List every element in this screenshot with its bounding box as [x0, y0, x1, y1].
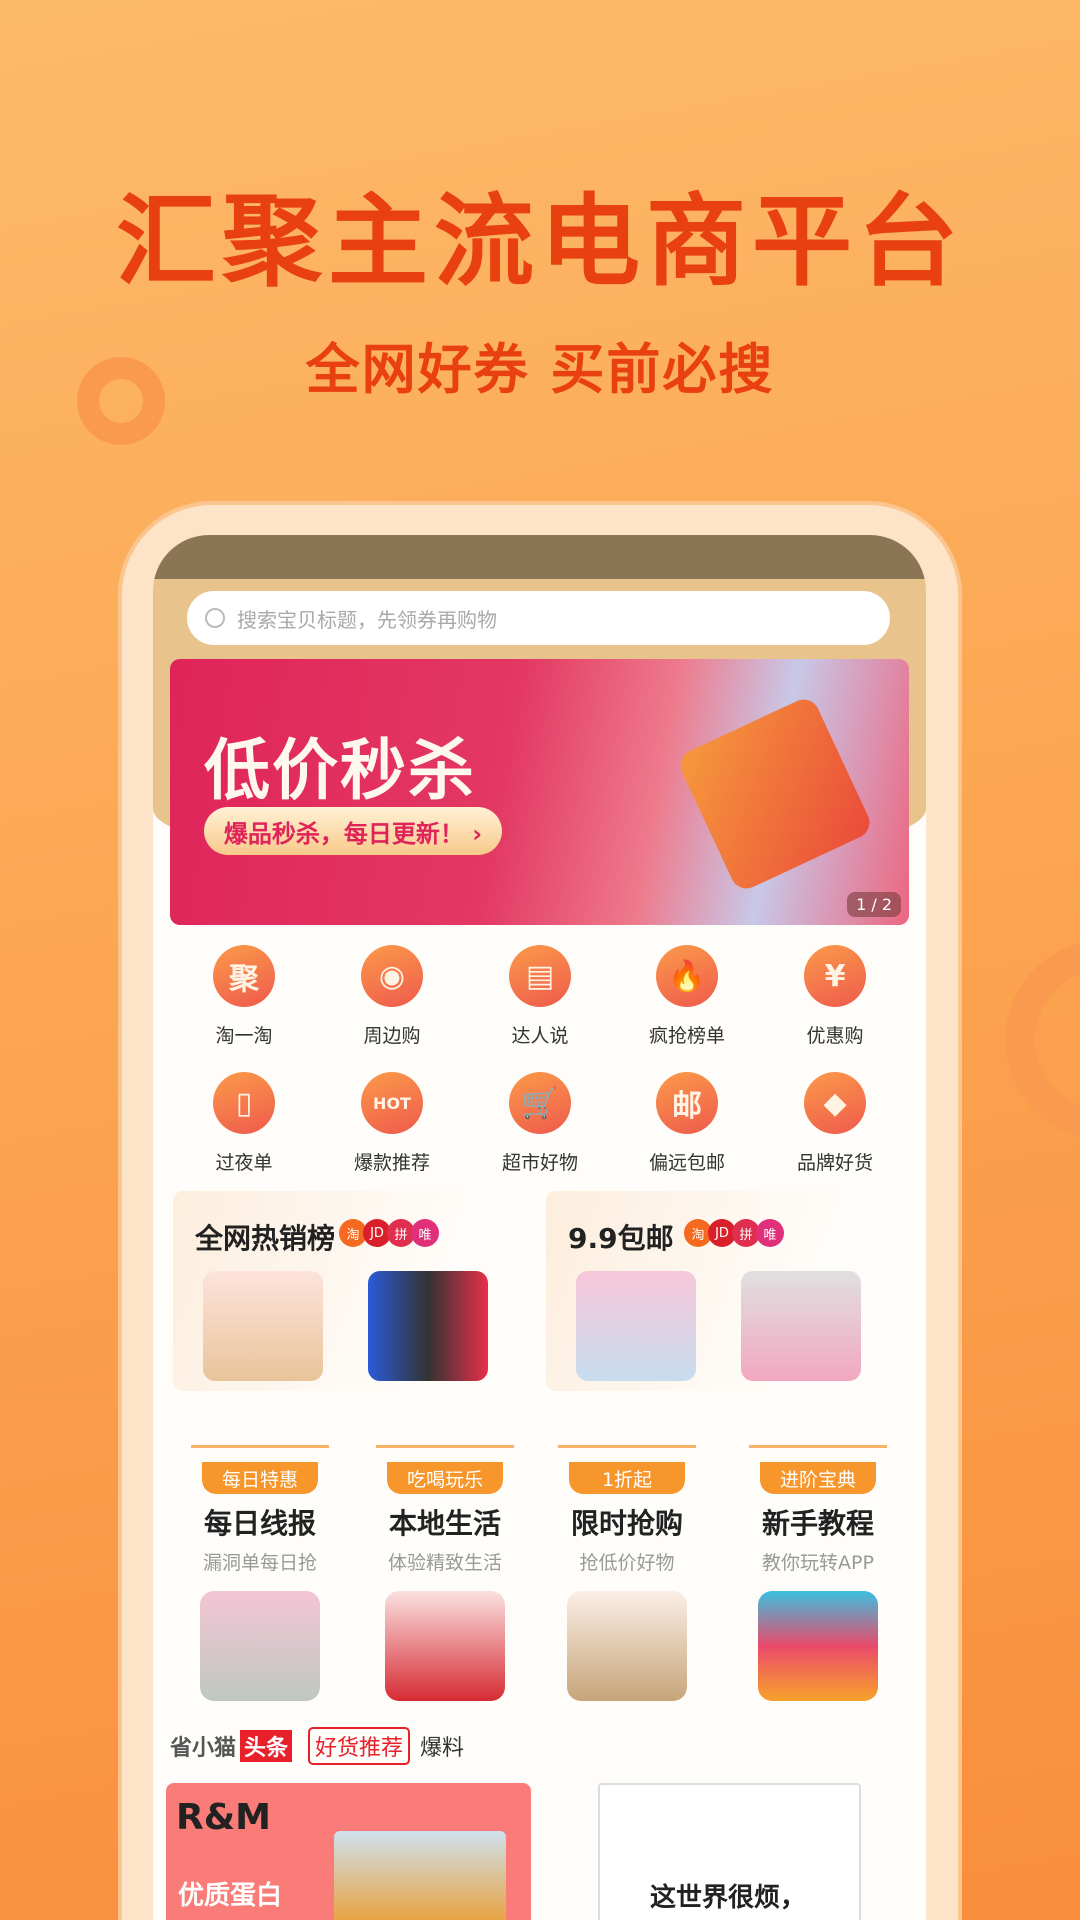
- product-image-food: [334, 1831, 506, 1920]
- card-title: 9.9包邮: [568, 1222, 674, 1255]
- gather-icon: 聚: [213, 945, 275, 1007]
- news-tip: 爆料: [420, 1736, 465, 1761]
- product-image-cosmetics: [203, 1271, 323, 1381]
- feed-item[interactable]: 这世界很烦，: [598, 1783, 861, 1920]
- hero-title: 汇聚主流电商平台: [116, 183, 964, 300]
- grid-item[interactable]: ◉ 周边购: [332, 945, 452, 1048]
- column-tag: 1折起: [569, 1462, 685, 1494]
- shopping-cart-icon: 🛒: [509, 1072, 571, 1134]
- card-title: 全网热销榜: [195, 1222, 336, 1255]
- grid-item[interactable]: 🔥 疯抢榜单: [627, 945, 747, 1048]
- platform-badges: 淘 JD 拼 唯: [339, 1219, 439, 1247]
- product-image-electronics: [368, 1271, 488, 1381]
- grid-item-label: 偏远包邮: [648, 1152, 725, 1174]
- grid-item-label: 品牌好货: [796, 1152, 873, 1174]
- banner-title: 低价秒杀: [204, 732, 476, 809]
- news-brand: 省小猫: [170, 1736, 237, 1761]
- column-subtitle: 教你玩转APP: [762, 1552, 874, 1574]
- grid-item[interactable]: 🛒 超市好物: [480, 1072, 600, 1175]
- grid-item[interactable]: ▯ 过夜单: [184, 1072, 304, 1175]
- flame-icon: 🔥: [656, 945, 718, 1007]
- column-subtitle: 漏洞单每日抢: [202, 1552, 317, 1574]
- location-pin-icon: ◉: [361, 945, 423, 1007]
- promo-banner[interactable]: 低价秒杀 爆品秒杀，每日更新！ › 1 / 2: [170, 659, 909, 925]
- column-title: 限时抢购: [570, 1507, 683, 1540]
- feed-item[interactable]: R&M 优质蛋白: [166, 1783, 531, 1920]
- platform-badges: 淘 JD 拼 唯: [684, 1219, 784, 1247]
- feature-column[interactable]: 进阶宝典新手教程教你玩转APP: [733, 1445, 903, 1701]
- red-envelope-icon: [675, 694, 875, 894]
- divider: [558, 1445, 696, 1448]
- vip-badge-icon: 唯: [411, 1219, 439, 1247]
- grid-item-label: 优惠购: [806, 1025, 864, 1047]
- post-icon: 邮: [656, 1072, 718, 1134]
- banner-pager: 1 / 2: [847, 892, 901, 917]
- chat-bubble-icon: ▤: [509, 945, 571, 1007]
- news-bar[interactable]: 省小猫 头条 好货推荐 爆料: [170, 1727, 464, 1765]
- hot-sales-card[interactable]: 全网热销榜 淘 JD 拼 唯: [173, 1191, 527, 1391]
- decor-ring-icon: [1005, 943, 1080, 1137]
- search-placeholder: 搜索宝贝标题，先领券再购物: [237, 607, 497, 632]
- status-bar: [153, 535, 926, 579]
- grid-item-label: 超市好物: [501, 1152, 578, 1174]
- grid-item-label: 达人说: [511, 1025, 569, 1047]
- grid-item-label: 疯抢榜单: [648, 1025, 725, 1047]
- column-tag: 吃喝玩乐: [387, 1462, 503, 1494]
- feed-logo: R&M: [176, 1797, 271, 1838]
- divider: [749, 1445, 887, 1448]
- column-title: 新手教程: [761, 1507, 874, 1540]
- column-tag: 每日特惠: [202, 1462, 318, 1494]
- feature-column[interactable]: 1折起限时抢购抢低价好物: [542, 1445, 712, 1701]
- column-image: [567, 1591, 687, 1701]
- grid-item[interactable]: 聚淘一淘: [184, 945, 304, 1048]
- grid-item-label: 淘一淘: [215, 1025, 273, 1047]
- grid-item[interactable]: ▤ 达人说: [480, 945, 600, 1048]
- divider: [376, 1445, 514, 1448]
- feed-text: 这世界很烦，: [650, 1883, 807, 1913]
- column-image: [758, 1591, 878, 1701]
- column-subtitle: 体验精致生活: [387, 1552, 502, 1574]
- divider: [191, 1445, 329, 1448]
- grid-item[interactable]: ¥ 优惠购: [775, 945, 895, 1048]
- grid-item-label: 爆款推荐: [353, 1152, 430, 1174]
- grid-item[interactable]: ◆ 品牌好货: [775, 1072, 895, 1175]
- column-tag: 进阶宝典: [760, 1462, 876, 1494]
- free-shipping-card[interactable]: 9.9包邮 淘 JD 拼 唯: [546, 1191, 900, 1391]
- product-image-storage: [741, 1271, 861, 1381]
- column-subtitle: 抢低价好物: [579, 1552, 675, 1574]
- grid-item[interactable]: HOT 爆款推荐: [332, 1072, 452, 1175]
- grid-item-label: 周边购: [363, 1025, 421, 1047]
- vip-badge-icon: 唯: [756, 1219, 784, 1247]
- feed-text: 优质蛋白: [178, 1881, 283, 1911]
- search-icon: [205, 608, 225, 628]
- money-bag-icon: ¥: [804, 945, 866, 1007]
- news-hot-label: 头条: [240, 1730, 293, 1762]
- column-title: 每日线报: [203, 1507, 316, 1540]
- grid-item[interactable]: 邮偏远包邮: [627, 1072, 747, 1175]
- column-image: [385, 1591, 505, 1701]
- hot-bubble-icon: HOT: [361, 1072, 423, 1134]
- banner-cta-button[interactable]: 爆品秒杀，每日更新！ ›: [204, 807, 502, 855]
- decor-ring-icon: [77, 357, 165, 445]
- feature-column[interactable]: 每日特惠每日线报漏洞单每日抢: [175, 1445, 345, 1701]
- column-title: 本地生活: [388, 1507, 501, 1540]
- diamond-icon: ◆: [804, 1072, 866, 1134]
- search-input[interactable]: 搜索宝贝标题，先领券再购物: [187, 591, 890, 645]
- product-image-slippers: [576, 1271, 696, 1381]
- document-icon: ▯: [213, 1072, 275, 1134]
- column-image: [200, 1591, 320, 1701]
- news-recommend-tag: 好货推荐: [308, 1727, 411, 1765]
- grid-item-label: 过夜单: [215, 1152, 273, 1174]
- feature-column[interactable]: 吃喝玩乐本地生活体验精致生活: [360, 1445, 530, 1701]
- phone-screen: 搜索宝贝标题，先领券再购物 低价秒杀 爆品秒杀，每日更新！ › 1 / 2 聚淘…: [153, 535, 926, 1920]
